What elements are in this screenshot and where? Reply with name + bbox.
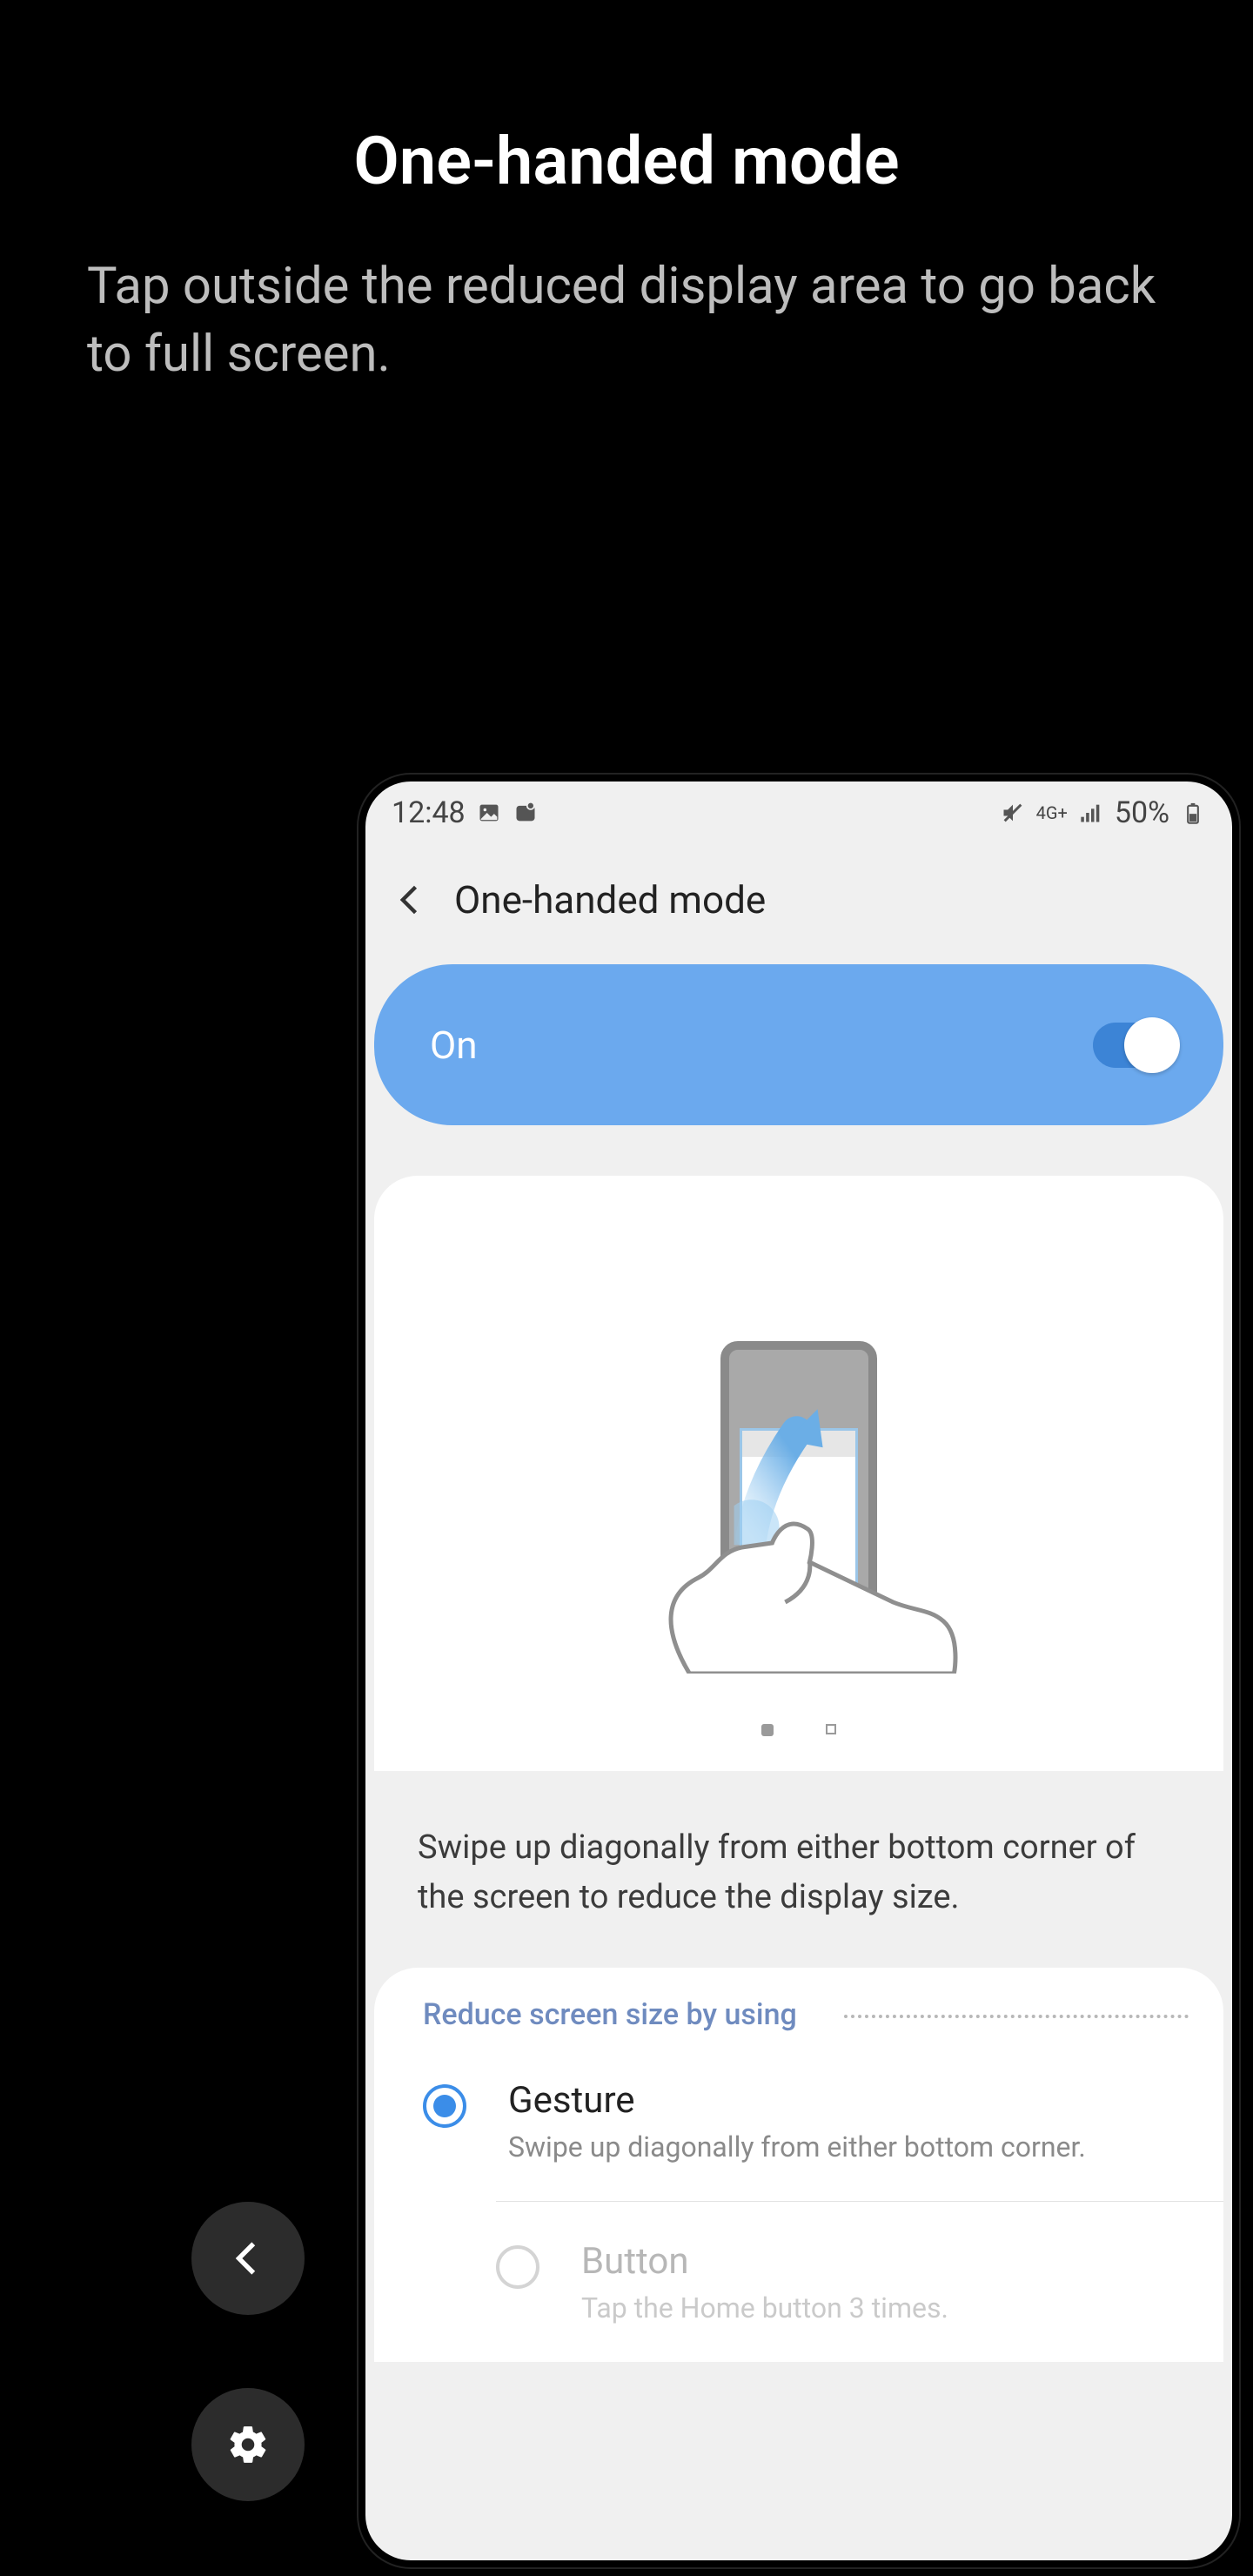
gear-icon [226,2423,270,2466]
master-toggle-row[interactable]: On [374,964,1223,1125]
page-header: One-handed mode [365,834,1232,964]
radio-unselected-icon [496,2245,539,2289]
page-dot-2 [826,1724,836,1734]
status-bar: 12:48 4G+ 50% [365,782,1232,834]
option-title: Gesture [508,2079,1086,2122]
master-toggle-label: On [430,1023,478,1068]
phone-graphic [720,1341,877,1663]
master-toggle-switch[interactable] [1093,1023,1180,1068]
expand-back-button[interactable] [191,2202,305,2315]
reduced-display-area[interactable]: 12:48 4G+ 50% One-handed mode On [358,775,1239,2567]
option-gesture[interactable]: Gesture Swipe up diagonally from either … [374,2041,1223,2201]
battery-percent: 50% [1115,795,1169,830]
one-handed-settings-button[interactable] [191,2388,305,2501]
status-time: 12:48 [392,795,466,830]
page-dot-1 [761,1724,774,1736]
overlay-title: One-handed mode [0,122,1253,200]
section-header: Reduce screen size by using [374,1997,1223,2041]
page-title: One-handed mode [454,877,766,922]
option-subtitle: Tap the Home button 3 times. [581,2290,948,2327]
divider-dotted [844,2015,1189,2018]
mute-icon [1000,801,1026,825]
option-title: Button [581,2240,948,2283]
reduce-method-section: Reduce screen size by using Gesture Swip… [374,1968,1223,2362]
chevron-left-icon [226,2237,270,2280]
radio-selected-icon [423,2084,466,2128]
page-indicator[interactable] [761,1724,836,1736]
option-button[interactable]: Button Tap the Home button 3 times. [496,2201,1223,2362]
picture-icon [476,801,502,825]
overlay-subtext: Tap outside the reduced display area to … [87,252,1166,389]
network-type-label: 4G+ [1036,804,1068,822]
gesture-description: Swipe up diagonally from either bottom c… [418,1823,1180,1922]
back-button[interactable] [392,881,430,919]
location-icon [513,801,539,825]
toggle-knob [1124,1017,1180,1073]
battery-icon [1180,801,1206,825]
illustration-card [374,1176,1223,1771]
chevron-left-icon [392,881,430,919]
gesture-illustration [416,1228,1182,1637]
option-subtitle: Swipe up diagonally from either bottom c… [508,2129,1086,2166]
signal-icon [1078,801,1104,825]
